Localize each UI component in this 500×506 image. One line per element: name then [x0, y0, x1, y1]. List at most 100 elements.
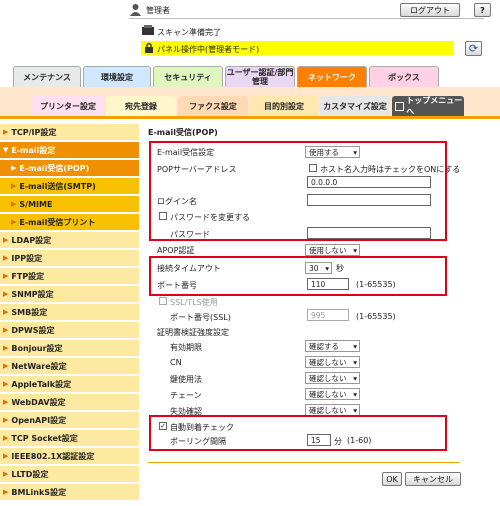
chevron-down-icon: ▾	[353, 147, 357, 157]
host-checkbox[interactable]	[309, 164, 317, 172]
arrow-right-icon: ▶	[3, 308, 9, 316]
tab-network[interactable]: ネットワーク	[297, 66, 367, 87]
sidebar-item-label: LLTD設定	[11, 469, 49, 479]
sidebar-item-email[interactable]: ▼ E-mail設定	[0, 142, 139, 159]
sidebar-item-label: E-mail受信プリント	[19, 217, 96, 227]
tab-box[interactable]: ボックス	[369, 66, 439, 87]
email-recv-select[interactable]: 使用する ▾	[305, 146, 360, 158]
sidebar-item-email-print[interactable]: ▶ E-mail受信プリント	[0, 214, 139, 231]
pwd-change-checkbox[interactable]	[159, 212, 167, 220]
valid-label: 有効期限	[170, 343, 202, 352]
help-button[interactable]: ?	[474, 3, 491, 17]
keyuse-select[interactable]: 確認しない ▾	[305, 372, 360, 384]
select-value: 30	[309, 263, 319, 273]
apop-select[interactable]: 使用しない ▾	[305, 244, 360, 256]
cn-label: CN	[170, 358, 182, 367]
arrow-right-icon: ▶	[3, 470, 9, 478]
top-menu-icon	[395, 101, 405, 111]
subtab-fax[interactable]: ファクス設定	[178, 96, 248, 116]
arrow-right-icon: ▶	[3, 128, 9, 136]
sidebar-item-smime[interactable]: ▶ S/MIME	[0, 196, 139, 213]
sidebar-item-smb[interactable]: ▶ SMB設定	[0, 304, 139, 321]
chevron-down-icon: ▾	[325, 263, 329, 273]
subtab-topmenu[interactable]: トップメニューへ	[392, 96, 464, 116]
select-value: 確認しない	[309, 357, 347, 367]
port-range: (1-65535)	[356, 280, 396, 289]
sidebar-item-netware[interactable]: ▶ NetWare設定	[0, 358, 139, 375]
sidebar-item-bmlinks[interactable]: ▶ BMLinkS設定	[0, 484, 139, 501]
sidebar-item-ldap[interactable]: ▶ LDAP設定	[0, 232, 139, 249]
select-value: 確認しない	[309, 373, 347, 383]
login-label: ログイン名	[157, 197, 197, 206]
chevron-down-icon: ▾	[353, 357, 357, 367]
sidebar-item-label: BMLinkS設定	[11, 487, 67, 497]
ssl-port-range: (1-65535)	[356, 312, 396, 321]
divider	[129, 18, 484, 19]
sidebar-item-bonjour[interactable]: ▶ Bonjour設定	[0, 340, 139, 357]
ssl-port-input[interactable]: 995	[307, 309, 349, 321]
cancel-button[interactable]: キャンセル	[405, 472, 461, 486]
polling-label: ポーリング間隔	[170, 437, 226, 446]
sidebar-item-tcpip[interactable]: ▶ TCP/IP設定	[0, 124, 139, 141]
sidebar-item-webdav[interactable]: ▶ WebDAV設定	[0, 394, 139, 411]
tab-maintenance[interactable]: メンテナンス	[13, 66, 81, 87]
sidebar-item-ipp[interactable]: ▶ IPP設定	[0, 250, 139, 267]
tab-auth[interactable]: ユーザー認証/部門管理	[225, 66, 295, 87]
arrow-right-icon: ▶	[3, 326, 9, 334]
sidebar-item-label: E-mail受信(POP)	[19, 163, 90, 173]
sidebar-item-snmp[interactable]: ▶ SNMP設定	[0, 286, 139, 303]
sidebar-item-label: WebDAV設定	[11, 397, 66, 407]
subtab-dest[interactable]: 宛先登録	[106, 96, 176, 116]
ssl-checkbox[interactable]	[159, 297, 167, 305]
sidebar-item-dpws[interactable]: ▶ DPWS設定	[0, 322, 139, 339]
pwd-input[interactable]	[307, 227, 431, 239]
sidebar-item-email-smtp[interactable]: ▶ E-mail送信(SMTP)	[0, 178, 139, 195]
polling-unit: 分	[334, 437, 342, 446]
arrow-right-icon: ▶	[3, 362, 9, 370]
polling-range: (1-60)	[347, 436, 372, 445]
panel-status: パネル操作中(管理者モード)	[157, 45, 260, 54]
subtab-purpose[interactable]: 目的別設定	[250, 96, 318, 116]
port-input[interactable]: 110	[307, 278, 349, 290]
logout-button[interactable]: ログアウト	[400, 3, 460, 17]
arrow-right-icon: ▶	[11, 164, 17, 172]
sidebar-item-openapi[interactable]: ▶ OpenAPI設定	[0, 412, 139, 429]
sidebar: ▶ TCP/IP設定 ▼ E-mail設定 ▶ E-mail受信(POP) ▶ E-ma…	[0, 120, 140, 506]
cn-select[interactable]: 確認しない ▾	[305, 356, 360, 368]
valid-select[interactable]: 確認する ▾	[305, 340, 360, 352]
subtab-printer[interactable]: プリンター設定	[32, 96, 104, 116]
chain-select[interactable]: 確認しない ▾	[305, 388, 360, 400]
pop-server-label: POPサーバーアドレス	[157, 165, 237, 174]
refresh-button[interactable]: ⟳	[465, 41, 482, 56]
sidebar-item-lltd[interactable]: ▶ LLTD設定	[0, 466, 139, 483]
auto-check-checkbox[interactable]: ✓	[159, 422, 167, 430]
sidebar-item-label: E-mail設定	[11, 145, 56, 155]
sidebar-item-label: TCP/IP設定	[11, 127, 57, 137]
arrow-right-icon: ▶	[3, 416, 9, 424]
timeout-unit: 秒	[336, 264, 344, 273]
tab-security[interactable]: セキュリティ	[153, 66, 223, 87]
sidebar-item-email-pop[interactable]: ▶ E-mail受信(POP)	[0, 160, 139, 177]
ssl-port-label: ポート番号(SSL)	[170, 313, 231, 322]
subtab-customize[interactable]: カスタマイズ設定	[320, 96, 390, 116]
arrow-right-icon: ▶	[3, 290, 9, 298]
sidebar-item-label: E-mail送信(SMTP)	[19, 181, 96, 191]
pop-server-input[interactable]: 0.0.0.0	[307, 176, 431, 188]
scanner-icon	[142, 25, 154, 35]
polling-input[interactable]: 15	[307, 434, 331, 446]
arrow-right-icon: ▶	[11, 200, 17, 208]
select-value: 確認しない	[309, 389, 347, 399]
sidebar-item-tcpsocket[interactable]: ▶ TCP Socket設定	[0, 430, 139, 447]
arrow-right-icon: ▶	[3, 272, 9, 280]
ok-button[interactable]: OK	[382, 472, 402, 486]
timeout-select[interactable]: 30 ▾	[305, 262, 332, 274]
email-recv-label: E-mail受信設定	[157, 148, 215, 157]
tab-env[interactable]: 環境設定	[83, 66, 151, 87]
sidebar-item-ieee[interactable]: ▶ IEEE802.1X認証設定	[0, 448, 139, 465]
sidebar-item-label: FTP設定	[11, 271, 45, 281]
login-input[interactable]	[307, 194, 431, 206]
port-label: ポート番号	[157, 281, 197, 290]
timeout-label: 接続タイムアウト	[157, 264, 221, 273]
sidebar-item-appletalk[interactable]: ▶ AppleTalk設定	[0, 376, 139, 393]
sidebar-item-ftp[interactable]: ▶ FTP設定	[0, 268, 139, 285]
